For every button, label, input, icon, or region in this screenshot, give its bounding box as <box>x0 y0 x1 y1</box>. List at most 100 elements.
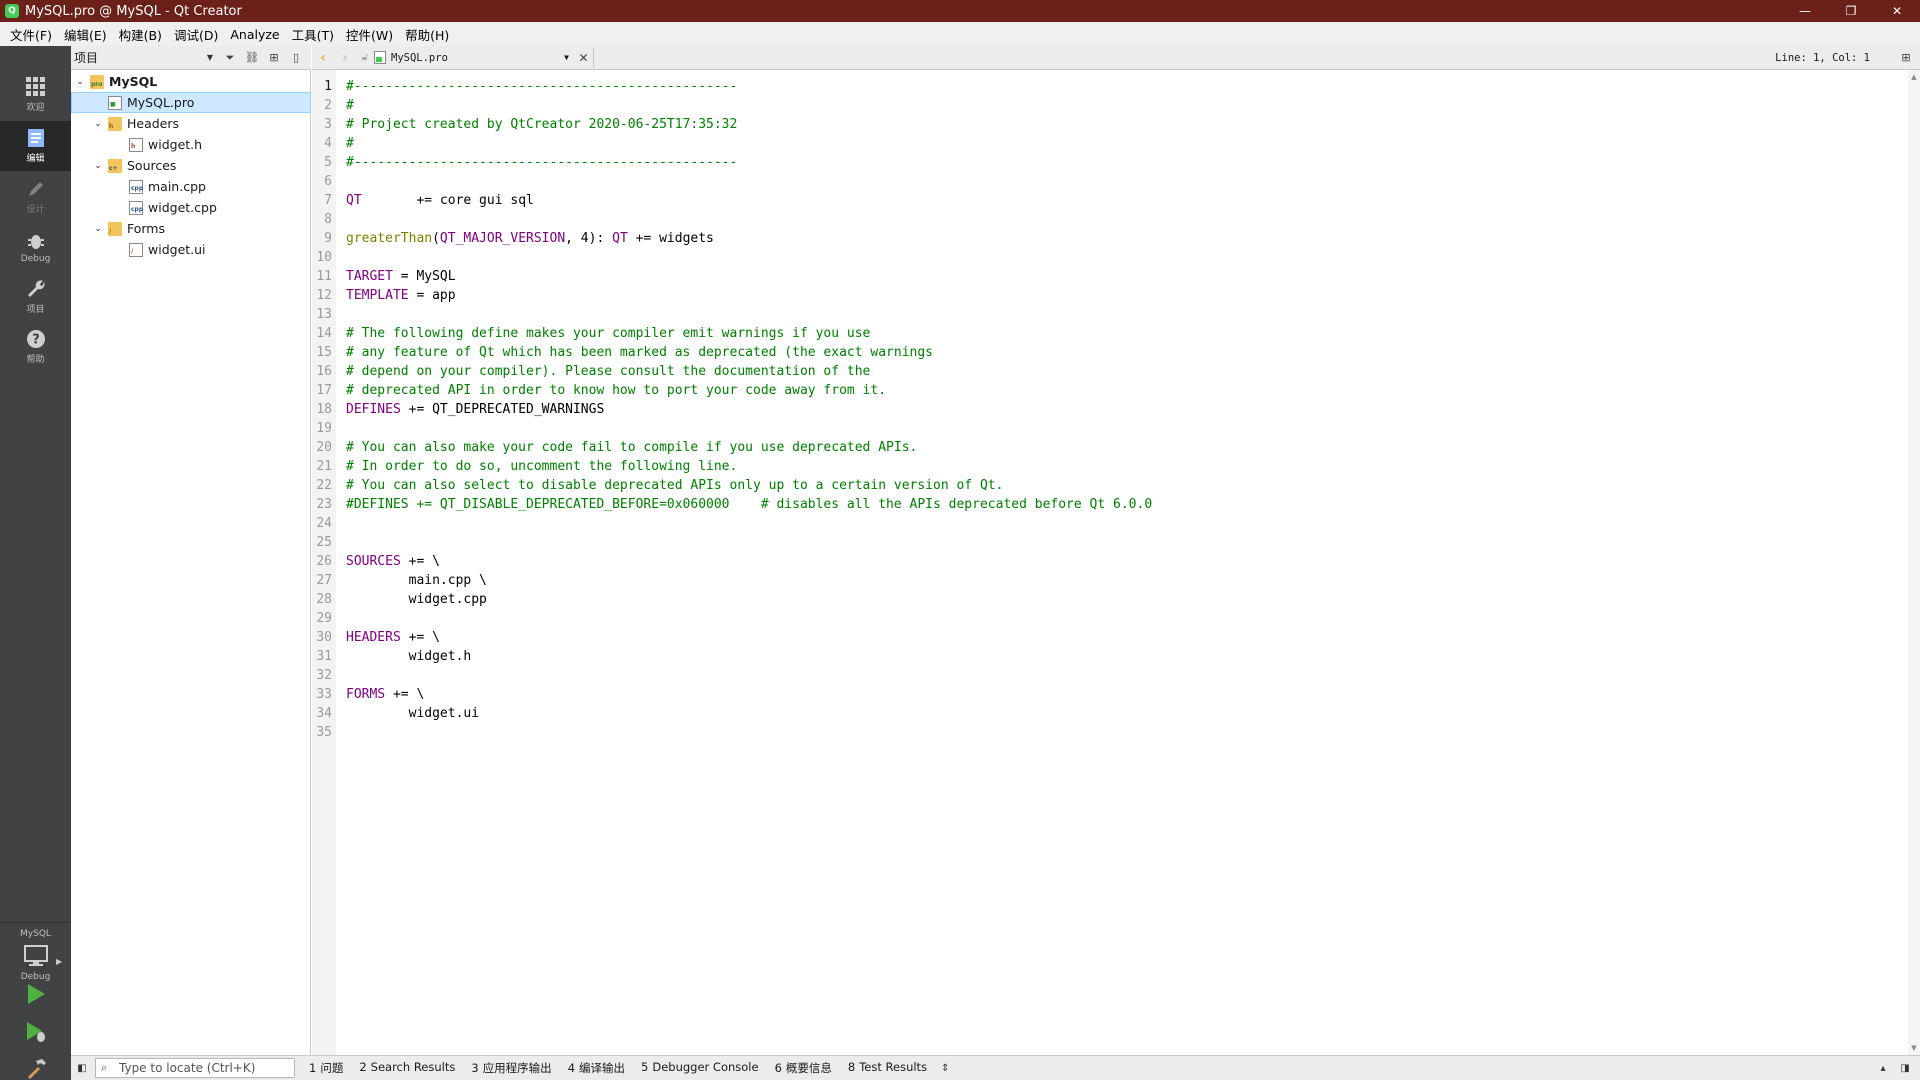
scroll-up-icon[interactable]: ▲ <box>1908 70 1920 84</box>
run-button[interactable] <box>0 976 71 1012</box>
mode-debug[interactable]: Debug <box>0 222 71 272</box>
code-line[interactable]: 33 FORMS += \ <box>312 685 1902 704</box>
code-line[interactable]: 9 greaterThan(QT_MAJOR_VERSION, 4): QT +=… <box>312 229 1902 248</box>
tree-item-pro-file[interactable]: ■ MySQL.pro <box>71 92 311 113</box>
output-pane-tab[interactable]: 8 Test Results <box>840 1060 935 1076</box>
chevron-down-icon: ▼ <box>206 53 213 62</box>
scroll-down-icon[interactable]: ▼ <box>1908 1041 1920 1055</box>
code-line[interactable]: 13 <box>312 305 1902 324</box>
tree-item-file[interactable]: cpp main.cpp <box>71 176 311 197</box>
code-line[interactable]: 31 widget.h <box>312 647 1902 666</box>
code-line[interactable]: 12 TEMPLATE = app <box>312 286 1902 305</box>
locator[interactable]: ⌕ <box>95 1058 295 1078</box>
expand-panel-icon[interactable]: ▴ <box>1872 1058 1894 1078</box>
code-line[interactable]: 16 # depend on your compiler). Please con… <box>312 362 1902 381</box>
mode-edit-label: 编辑 <box>26 154 45 164</box>
editor-scrollbar[interactable]: ▲ ▼ <box>1908 70 1920 1055</box>
mode-welcome[interactable]: 欢迎 <box>0 70 71 120</box>
code-line[interactable]: 28 widget.cpp <box>312 590 1902 609</box>
code-line[interactable]: 23 #DEFINES += QT_DISABLE_DEPRECATED_BEFO… <box>312 495 1902 514</box>
code-line[interactable]: 7 QT += core gui sql <box>312 191 1902 210</box>
menu-file[interactable]: 文件(F) <box>4 25 58 44</box>
code-line[interactable]: 32 <box>312 666 1902 685</box>
locator-input[interactable] <box>119 1061 289 1075</box>
code-line[interactable]: 29 <box>312 609 1902 628</box>
tree-item-project-root[interactable]: ⌄ pro MySQL <box>71 71 311 92</box>
code-line[interactable]: 35 <box>312 723 1902 742</box>
code-line[interactable]: 11 TARGET = MySQL <box>312 267 1902 286</box>
code-line[interactable]: 8 <box>312 210 1902 229</box>
menu-debug[interactable]: 调试(D) <box>168 25 224 44</box>
fold-marker <box>332 77 346 96</box>
toggle-sidebar-button[interactable]: ◧ <box>71 1058 93 1078</box>
mode-help[interactable]: ? 帮助 <box>0 322 71 372</box>
mode-design[interactable]: 设计 <box>0 172 71 222</box>
tree-item-label: Forms <box>127 221 166 236</box>
menu-widgets[interactable]: 控件(W) <box>340 25 399 44</box>
code-line[interactable]: 21 # In order to do so, uncomment the fol… <box>312 457 1902 476</box>
tree-item-file[interactable]: h widget.h <box>71 134 311 155</box>
close-window-button[interactable]: ✕ <box>1874 0 1920 22</box>
output-pane-tab[interactable]: 4 编译输出 <box>560 1060 633 1076</box>
code-line[interactable]: 26 SOURCES += \ <box>312 552 1902 571</box>
cursor-position[interactable]: Line: 1, Col: 1 <box>1775 52 1870 64</box>
code-line[interactable]: 5 #--------------------------------------… <box>312 153 1902 172</box>
code-line[interactable]: 14 # The following define makes your comp… <box>312 324 1902 343</box>
code-line[interactable]: 30 HEADERS += \ <box>312 628 1902 647</box>
code-line[interactable]: 3 # Project created by QtCreator 2020-06-… <box>312 115 1902 134</box>
code-line[interactable]: 22 # You can also select to disable depre… <box>312 476 1902 495</box>
link-editor-button[interactable]: ⛓ <box>241 48 263 68</box>
menu-tools[interactable]: 工具(T) <box>286 25 340 44</box>
split-editor-button[interactable]: ⊞ <box>1896 48 1916 68</box>
project-view-selector[interactable]: 项目 ▼ <box>71 49 219 67</box>
mode-projects[interactable]: 项目 <box>0 272 71 322</box>
minimize-button[interactable]: — <box>1782 0 1828 22</box>
code-editor[interactable]: 1 #--------------------------------------… <box>312 70 1908 1055</box>
menu-analyze[interactable]: Analyze <box>224 27 285 42</box>
output-pane-tab[interactable]: 2 Search Results <box>351 1060 463 1076</box>
close-panel-button[interactable]: ▯ <box>285 48 307 68</box>
close-document-button[interactable]: ✕ <box>574 47 594 68</box>
output-pane-tab[interactable]: 1 问题 <box>301 1060 351 1076</box>
build-button[interactable] <box>0 1050 71 1080</box>
code-line[interactable]: 4 # <box>312 134 1902 153</box>
more-panes-icon[interactable]: ⇕ <box>935 1063 955 1074</box>
tree-item-forms[interactable]: ⌄ / Forms <box>71 218 311 239</box>
split-panel-button[interactable]: ⊞ <box>263 48 285 68</box>
tree-item-file[interactable]: / widget.ui <box>71 239 311 260</box>
mode-edit[interactable]: 编辑 <box>0 121 71 171</box>
go-back-button[interactable]: ‹ <box>312 48 334 68</box>
output-pane-tab[interactable]: 5 Debugger Console <box>633 1060 767 1076</box>
output-pane-tab[interactable]: 6 概要信息 <box>767 1060 840 1076</box>
go-forward-button[interactable]: › <box>334 48 356 68</box>
open-documents-selector[interactable]: MySQL.pro ▼ <box>374 48 574 68</box>
code-line[interactable]: 18 DEFINES += QT_DEPRECATED_WARNINGS <box>312 400 1902 419</box>
tree-item-sources[interactable]: ⌄ c+ Sources <box>71 155 311 176</box>
code-line[interactable]: 27 main.cpp \ <box>312 571 1902 590</box>
code-line[interactable]: 15 # any feature of Qt which has been mar… <box>312 343 1902 362</box>
code-line[interactable]: 19 <box>312 419 1902 438</box>
code-line[interactable]: 20 # You can also make your code fail to … <box>312 438 1902 457</box>
toggle-right-sidebar-icon[interactable]: ◨ <box>1894 1058 1916 1078</box>
tree-item-headers[interactable]: ⌄ h Headers <box>71 113 311 134</box>
code-line[interactable]: 10 <box>312 248 1902 267</box>
debug-run-button[interactable] <box>0 1014 71 1050</box>
output-pane-tab[interactable]: 3 应用程序输出 <box>463 1060 559 1076</box>
search-icon: ⌕ <box>101 1061 108 1074</box>
code-text: greaterThan(QT_MAJOR_VERSION, 4): QT += … <box>346 229 714 248</box>
tree-item-file[interactable]: cpp widget.cpp <box>71 197 311 218</box>
line-number: 2 <box>324 98 332 113</box>
code-content[interactable]: 1 #--------------------------------------… <box>312 77 1902 742</box>
restore-button[interactable]: ❐ <box>1828 0 1874 22</box>
filter-tree-button[interactable]: ⏷ <box>219 48 241 68</box>
code-line[interactable]: 6 <box>312 172 1902 191</box>
code-line[interactable]: 24 <box>312 514 1902 533</box>
code-line[interactable]: 2 # <box>312 96 1902 115</box>
code-line[interactable]: 25 <box>312 533 1902 552</box>
menu-build[interactable]: 构建(B) <box>113 25 168 44</box>
code-line[interactable]: 34 widget.ui <box>312 704 1902 723</box>
code-line[interactable]: 1 #--------------------------------------… <box>312 77 1902 96</box>
menu-help[interactable]: 帮助(H) <box>399 25 455 44</box>
code-line[interactable]: 17 # deprecated API in order to know how … <box>312 381 1902 400</box>
menu-edit[interactable]: 编辑(E) <box>58 25 113 44</box>
